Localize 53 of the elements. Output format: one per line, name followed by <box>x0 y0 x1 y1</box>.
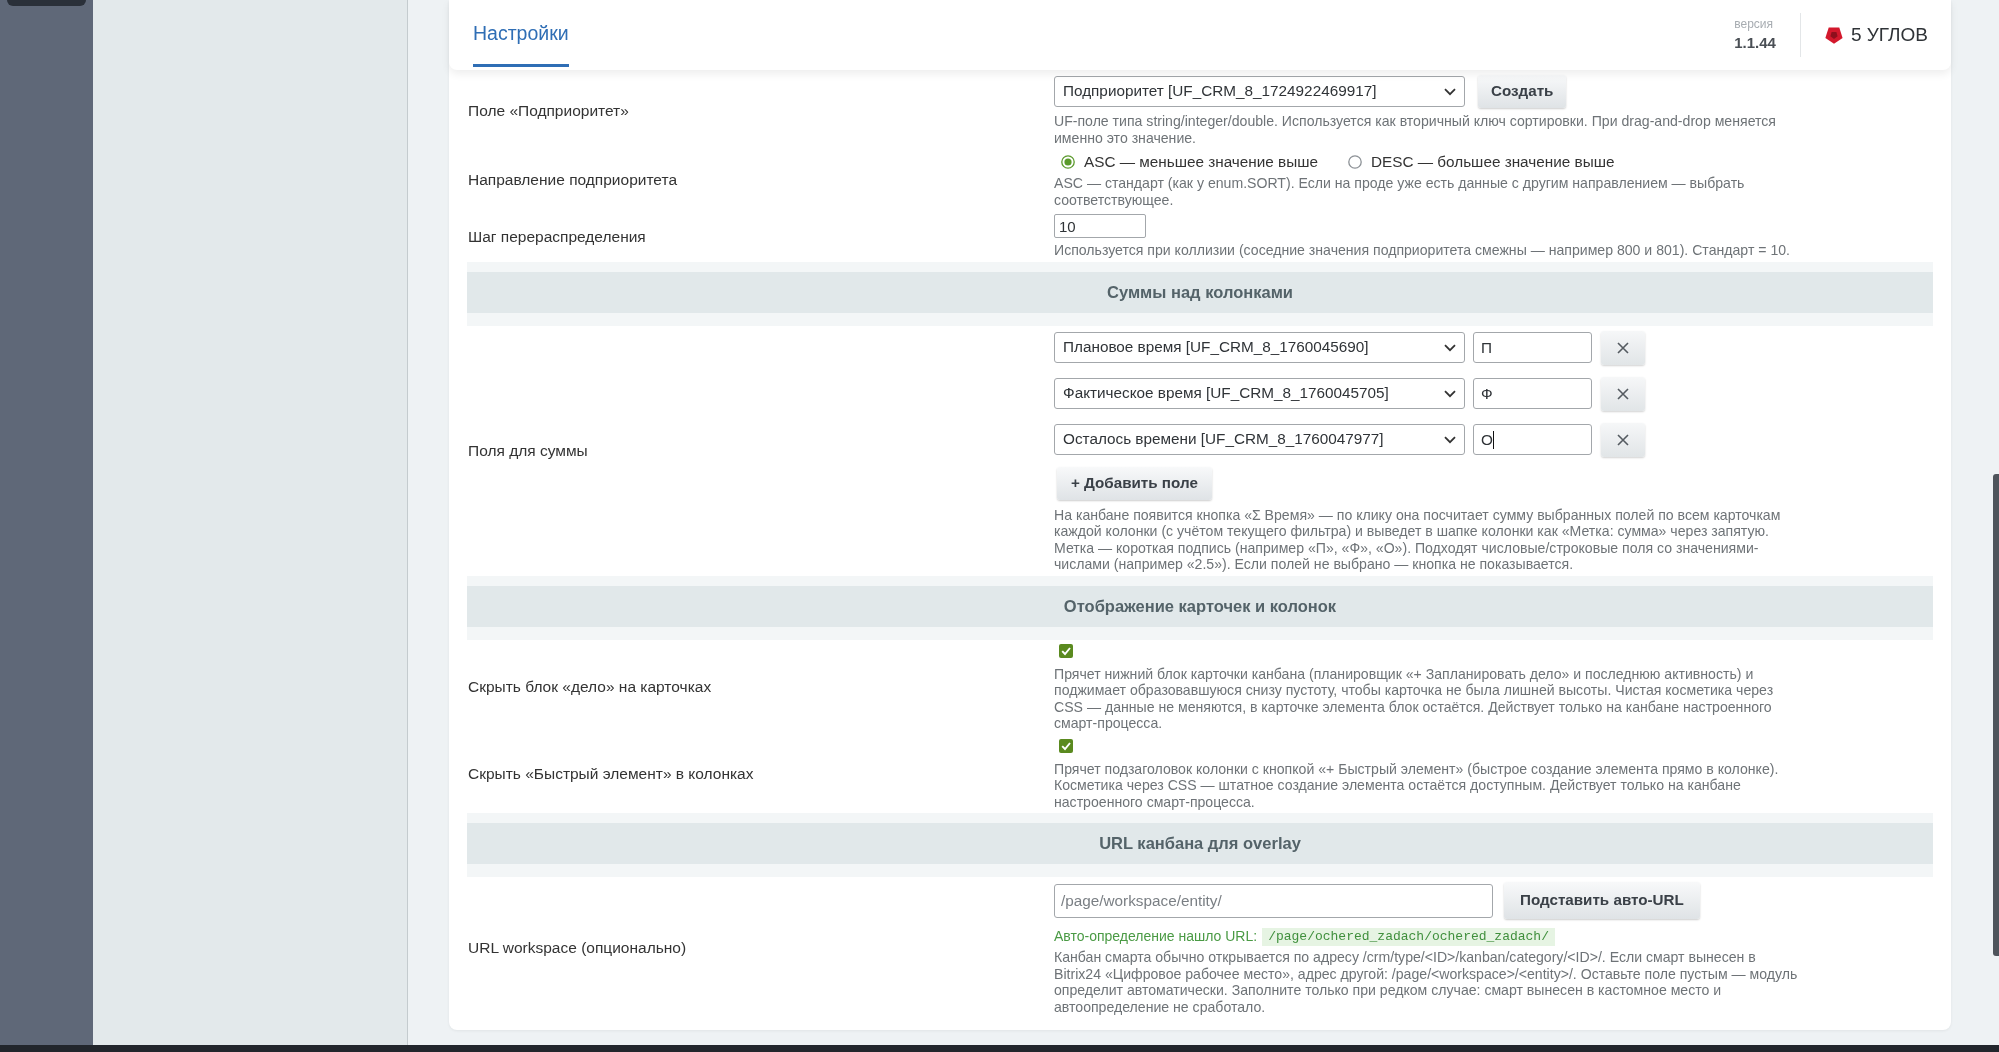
create-button[interactable]: Создать <box>1478 75 1567 108</box>
field-label: Скрыть «Быстрый элемент» в колонках <box>467 764 755 785</box>
detected-url: /page/ochered_zadach/ochered_zadach/ <box>1262 927 1555 946</box>
remove-button[interactable] <box>1601 376 1645 411</box>
radio-button[interactable] <box>1061 155 1075 169</box>
label-input[interactable]: О <box>1473 424 1592 455</box>
dropdown[interactable]: Плановое время [UF_CRM_8_1760045690] <box>1054 332 1465 363</box>
close-icon <box>1617 341 1629 354</box>
chevron-down-icon <box>1444 87 1456 96</box>
field-label: URL workspace (опционально) <box>467 937 688 958</box>
settings-tab[interactable]: Настройки <box>473 0 569 67</box>
dropdown[interactable]: Осталось времени [UF_CRM_8_1760047977] <box>1054 424 1465 455</box>
close-icon <box>1617 433 1629 446</box>
section-title: URL канбана для overlay <box>1099 833 1301 855</box>
version-label: версия <box>1734 17 1773 31</box>
field-label: Направление подприоритета <box>467 170 678 191</box>
label-input[interactable]: Ф <box>1473 378 1592 409</box>
hint-text: На канбане появится кнопка «Σ Время» — по клику она посчитает сумму выбранных полей по всем карточкам каждой колонки (с учётом текущего фильтра) и выведет в шапке колонки как «Метка: сумма» через запятую. Метка — короткая подпись (например «П», «Ф», «О»). Подходят числовые/строковые поля со значениями-числами (например «2.5»). Если полей не выбрано — кнопка не показывается. <box>1054 506 1782 573</box>
remove-button[interactable] <box>1601 422 1645 457</box>
close-icon <box>1617 387 1629 400</box>
scrollbar-thumb[interactable] <box>1993 474 1999 956</box>
auto-url-button[interactable]: Подставить авто-URL <box>1504 882 1700 919</box>
add-field-button[interactable]: + Добавить поле <box>1057 466 1212 500</box>
section-title: Суммы над колонками <box>1107 281 1293 303</box>
version-number: 1.1.44 <box>1734 33 1776 51</box>
hint-text: Прячет нижний блок карточки канбана (планировщик «+ Запланировать дело» и последнюю активность) и поджимает образовавшуюся снизу пустоту, чтобы карточка не была лишней высоты. Чистая косметика через CSS — данные не меняются, в карточке элемента блок остаётся. Действует только на канбане настроенного смарт-процесса. <box>1054 665 1775 732</box>
field-label: Скрыть блок «дело» на карточках <box>467 677 713 698</box>
dropdown[interactable]: Фактическое время [UF_CRM_8_1760045705] <box>1054 378 1465 409</box>
number-input[interactable]: 10 <box>1054 214 1146 238</box>
url-input[interactable]: /page/workspace/entity/ <box>1054 883 1493 918</box>
hint-text: UF-поле типа string/integer/double. Используется как вторичный ключ сортировки. При drag-and-drop меняется именно это значение. <box>1054 113 1777 146</box>
hint-text: Используется при коллизии (соседние значения подприоритета смежны — например 800 и 801). Стандарт = 10. <box>1054 242 1791 259</box>
hint-text: Канбан смарта обычно открывается по адресу /crm/type/<ID>/kanban/category/<ID>/. Если смарт вынесен в Bitrix24 «Цифровое рабочее место», адрес другой: /page/<workspace>/<entity>/. Оставьте поле пустым — модуль определит автоматически. Заполните только при редком случае: смарт вынесен в кастомное место и автоопределение не сработало. <box>1054 949 1799 1015</box>
radio-label: ASC — меньшее значение выше <box>1084 151 1318 172</box>
detected-label: Авто-определение нашло URL: <box>1054 927 1258 946</box>
dropdown[interactable]: Подприоритет [UF_CRM_8_1724922469917] <box>1054 76 1465 107</box>
hint-text: Прячет подзаголовок колонки с кнопкой «+ Быстрый элемент» (быстрое создание элемента прямо в колонке). Косметика через CSS — штатное создание элемента остаётся доступным. Действует только на канбане настроенного смарт-процесса. <box>1054 760 1780 810</box>
brand-name: 5 УГЛОВ <box>1850 22 1928 47</box>
field-label: Поля для суммы <box>467 440 589 461</box>
checkbox[interactable] <box>1059 738 1073 753</box>
hint-text: ASC — стандарт (как у enum.SORT). Если на проде уже есть данные с другим направлением — выбрать соответствующее. <box>1054 175 1746 208</box>
checkbox[interactable] <box>1059 643 1073 658</box>
label-input[interactable]: П <box>1473 332 1592 363</box>
field-label: Шаг перераспределения <box>467 226 647 247</box>
field-label: Поле «Подприоритет» <box>467 100 630 121</box>
chevron-down-icon <box>1444 389 1456 398</box>
pentagon-logo-icon <box>1824 26 1843 44</box>
chevron-down-icon <box>1444 435 1456 444</box>
radio-button[interactable] <box>1348 155 1362 169</box>
remove-button[interactable] <box>1601 330 1645 365</box>
section-title: Отображение карточек и колонок <box>1063 595 1337 617</box>
chevron-down-icon <box>1444 343 1456 352</box>
radio-label: DESC — большее значение выше <box>1371 151 1615 172</box>
